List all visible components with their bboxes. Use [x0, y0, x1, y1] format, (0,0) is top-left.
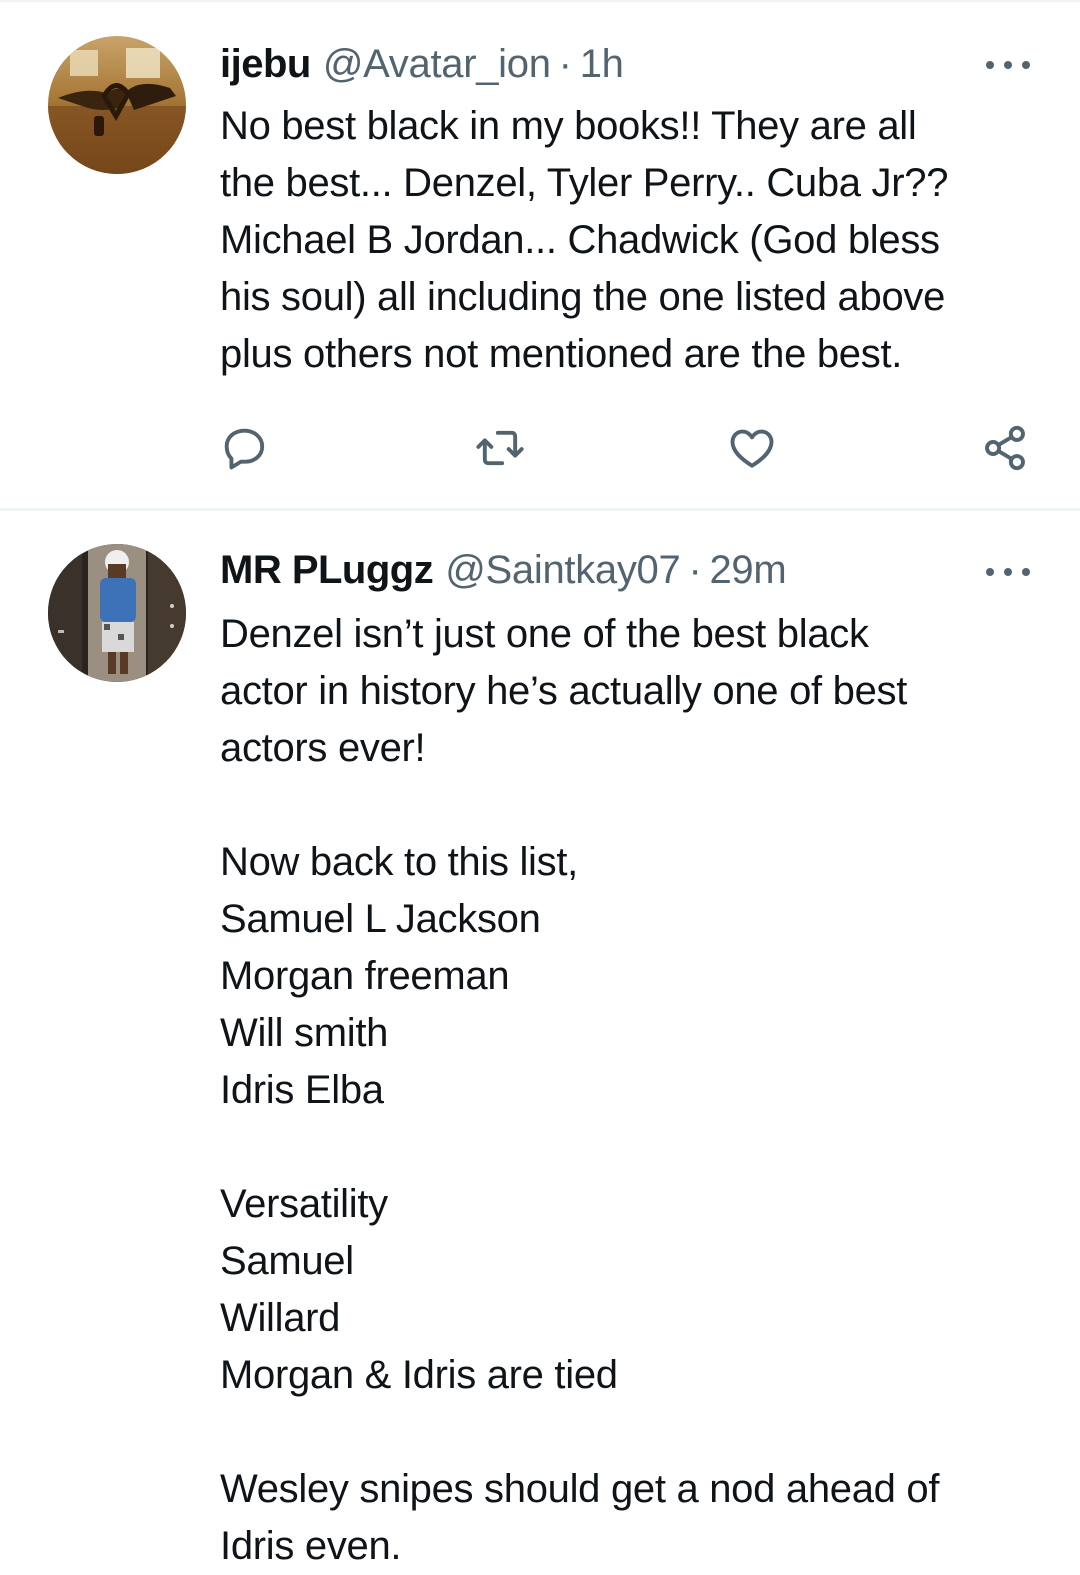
tweet[interactable]: MR PLuggz @Saintkay07 · 29m Denzel isn’t… [0, 512, 1080, 1568]
separator-dot: · [688, 547, 702, 592]
timestamp[interactable]: 29m [709, 548, 786, 593]
avatar[interactable] [48, 544, 186, 682]
avatar-photo [48, 544, 186, 682]
share-icon[interactable] [977, 420, 1033, 476]
tweet-text: No best black in my books!! They are all… [220, 104, 949, 376]
tweet-divider [0, 508, 1080, 511]
timestamp[interactable]: 1h [580, 42, 624, 87]
tweet-actions [0, 420, 1080, 476]
more-options-icon[interactable] [986, 55, 1030, 75]
retweet-icon[interactable] [472, 420, 528, 476]
tweet-text: Denzel isn’t just one of the best black … [220, 612, 940, 1568]
display-name[interactable]: ijebu [220, 42, 311, 87]
more-options-icon[interactable] [986, 562, 1030, 582]
tweet[interactable]: ijebu @Avatar_ion · 1h No best black in … [0, 0, 1080, 510]
user-handle[interactable]: @Avatar_ion [323, 42, 551, 87]
display-name[interactable]: MR PLuggz [220, 548, 434, 593]
avatar[interactable] [48, 36, 186, 174]
avatar-photo [48, 36, 186, 174]
tweet-header: MR PLuggz @Saintkay07 · 29m [220, 540, 1040, 600]
like-icon[interactable] [724, 420, 780, 476]
reply-icon[interactable] [216, 420, 272, 476]
tweet-header: ijebu @Avatar_ion · 1h [220, 34, 1040, 94]
user-handle[interactable]: @Saintkay07 [445, 548, 681, 593]
separator-dot: · [558, 41, 572, 86]
